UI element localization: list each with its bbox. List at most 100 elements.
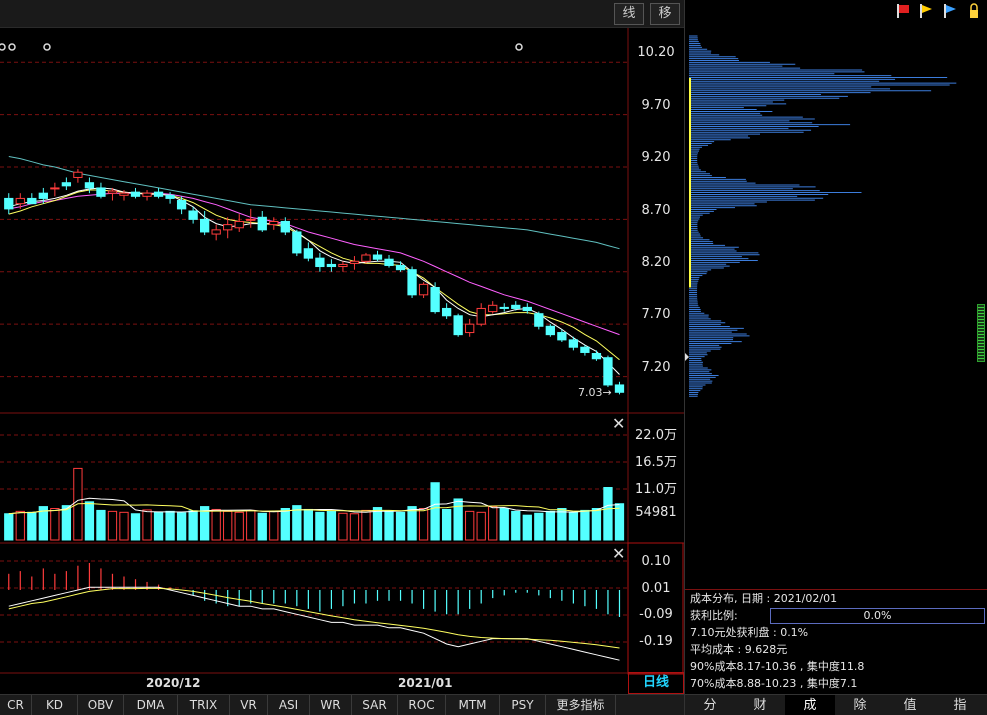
candle-body [27,197,37,205]
tab-more-indicators[interactable]: 更多指标 [546,695,616,715]
candle-body [511,304,521,309]
tab-kd[interactable]: KD [32,695,78,715]
tab-cr[interactable]: CR [0,695,32,715]
candle-body [361,254,371,262]
price-axis-label: 8.70 [641,203,671,218]
volume-bar [27,511,37,541]
volume-bar [580,509,590,541]
period-selector[interactable]: 日线 [628,672,684,694]
candle-body [326,263,337,268]
candle-body [338,263,348,268]
tab-dma[interactable]: DMA [124,695,178,715]
tab-trix[interactable]: TRIX [178,695,230,715]
chip-distribution-chart [685,35,957,397]
volume-bar [603,487,613,541]
line-button[interactable]: 线 [614,3,644,25]
chip-distribution-panel: 成本分布, 日期 : 2021/02/01 获利比例: 0.0% 7.10元处获… [684,0,987,715]
candle-body [188,210,198,220]
price-axis-label: 9.20 [641,150,671,165]
tab-chu[interactable]: 除 [835,695,885,715]
tab-cheng[interactable]: 成 [785,695,835,715]
tab-roc[interactable]: ROC [398,695,446,715]
indicator-tabbar: CR KD OBV DMA TRIX VR ASI WR SAR ROC MTM… [0,694,684,715]
candle-body [119,192,129,196]
volume-bar [488,506,498,541]
event-marker [43,43,51,51]
candle-body [557,332,567,341]
candle-body [430,286,440,313]
date-label: 2020/12 [146,676,201,690]
macd-axis-label: 0.01 [641,581,671,596]
ma-line-ma5 [8,187,620,375]
average-cost: 平均成本 : 9.628元 [690,643,788,656]
volume-bar [476,511,486,541]
tab-obv[interactable]: OBV [78,695,124,715]
candle-body [522,306,532,312]
ma-line-ma10 [8,189,620,361]
macd-dif-line [8,586,620,661]
volume-bar [96,509,106,541]
tab-psy[interactable]: PSY [500,695,546,715]
tab-sar[interactable]: SAR [352,695,398,715]
chart-canvas[interactable] [0,28,684,695]
scroll-handle[interactable] [977,304,985,362]
volume-bar [407,506,417,541]
volume-bar [361,509,371,541]
tab-asi[interactable]: ASI [268,695,310,715]
volume-bar [534,512,544,541]
tab-wr[interactable]: WR [310,695,352,715]
volume-axis-label: 11.0万 [635,482,677,497]
candle-body [292,231,302,254]
candle-body [372,254,383,260]
close-volume-icon[interactable]: ✕ [612,414,625,433]
chip-info: 成本分布, 日期 : 2021/02/01 获利比例: 0.0% 7.10元处获… [685,589,987,694]
candle-body [476,307,486,325]
candle-body [591,353,602,360]
price-axis-label: 10.20 [637,45,675,60]
candle-body [269,220,279,226]
volume-bar [511,510,521,541]
event-marker [0,43,6,51]
volume-bar [223,510,233,541]
tab-zhibiao[interactable]: 指 [935,695,985,715]
volume-bar [465,510,475,541]
price-axis-label: 7.70 [641,307,671,322]
volume-axis-label: 22.0万 [635,428,677,443]
event-marker [8,43,16,51]
candle-body [418,283,429,296]
cost-90: 90%成本8.17-10.36 , 集中度11.8 [690,660,865,673]
volume-bar [499,508,509,541]
tab-vr[interactable]: VR [230,695,268,715]
candle-body [165,194,175,199]
volume-bar [142,509,152,541]
close-macd-icon[interactable]: ✕ [612,544,625,563]
volume-bar [84,501,95,541]
candle-body [488,304,498,313]
ma-line-ma60 [8,156,620,250]
candle-body [4,197,14,210]
date-axis: 2020/12 2021/01 [0,674,628,694]
chart-toolbar: 线 移 [0,0,684,28]
candle-body [211,229,221,235]
tab-mtm[interactable]: MTM [446,695,500,715]
volume-bar [568,511,579,541]
volume-bar [61,505,72,541]
stock-chart[interactable]: 10.20 9.70 9.20 8.70 8.20 7.70 7.20 7.03… [0,28,684,695]
volume-bar [303,508,314,541]
volume-bar [430,482,440,541]
last-price-marker: 7.03→ [578,386,612,399]
volume-bar [326,510,337,541]
volume-bar [418,508,429,541]
move-button[interactable]: 移 [650,3,680,25]
tab-cai[interactable]: 财 [735,695,785,715]
volume-bar [315,511,325,541]
tab-fen[interactable]: 分 [685,695,735,715]
candle-body [499,306,509,309]
candle-body [395,264,406,271]
tab-zhi[interactable]: 值 [885,695,935,715]
candle-body [603,357,613,386]
right-tabbar: 分 财 成 除 值 指 [685,694,987,715]
volume-bar [234,511,244,541]
candle-body [107,190,118,194]
candle-body [246,218,256,221]
